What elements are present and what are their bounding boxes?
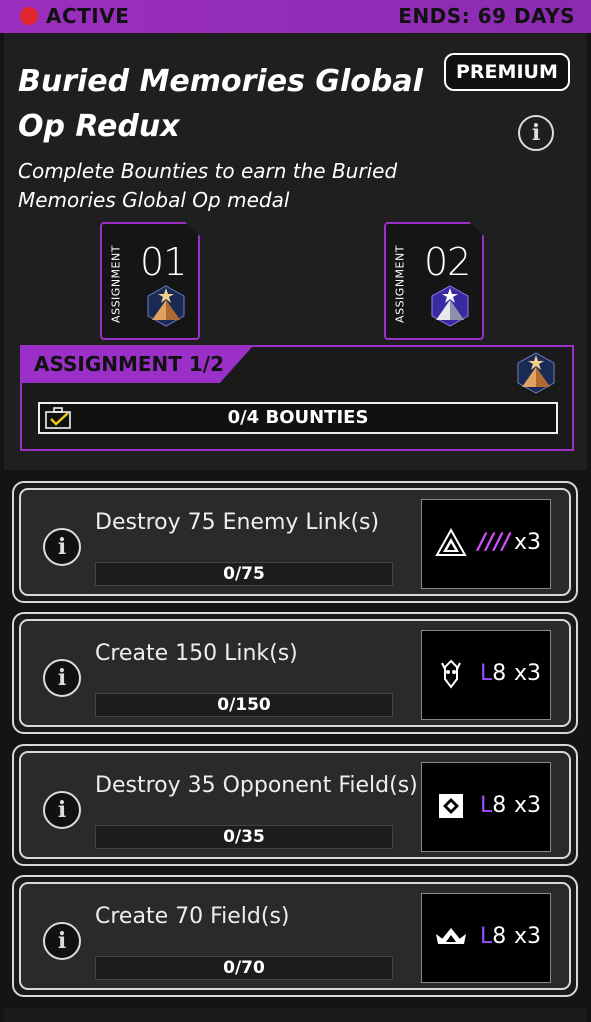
info-icon[interactable]: i [518, 115, 554, 151]
reward-box: L8 x3 [421, 893, 551, 983]
status-bar: ACTIVE ENDS: 69 DAYS [0, 0, 591, 33]
assignment-number: 02 [424, 240, 471, 284]
page-title: Buried Memories Global Op Redux [18, 64, 423, 144]
bounty-progress-bar: 0/150 [95, 693, 393, 717]
pyramid-medal-icon [147, 285, 185, 327]
bounty-title: Destroy 75 Enemy Link(s) [95, 510, 380, 535]
bounty-card[interactable]: i Create 70 Field(s) 0/70 L8 x3 [12, 875, 578, 997]
reward-level: L8 [480, 793, 507, 818]
bounty-card[interactable]: i Destroy 35 Opponent Field(s) 0/35 L8 x… [12, 744, 578, 866]
reward-level: L8 [480, 924, 507, 949]
reward-quantity: x3 [514, 661, 542, 686]
bounty-progress-label: 0/70 [223, 958, 265, 978]
premium-badge: PREMIUM [444, 53, 570, 91]
bounty-title: Create 70 Field(s) [95, 904, 290, 929]
wing-badge-icon [436, 928, 466, 944]
bounty-progress-label: 0/150 [217, 695, 271, 715]
assignment-number: 01 [140, 240, 187, 284]
reward-quantity: x3 [514, 924, 542, 949]
bounties-progress-label: 0/4 BOUNTIES [227, 407, 369, 428]
reward-box: //// x3 [421, 499, 551, 589]
bounty-progress-label: 0/75 [223, 564, 265, 584]
ends-countdown: ENDS: 69 DAYS [398, 4, 575, 28]
assignment-label: ASSIGNMENT [393, 245, 407, 323]
info-icon[interactable]: i [43, 922, 81, 960]
op-description: Complete Bounties to earn the Buried Mem… [18, 159, 398, 212]
reward-box: L8 x3 [421, 630, 551, 720]
bounty-progress-label: 0/35 [223, 827, 265, 847]
bounty-card[interactable]: i Destroy 75 Enemy Link(s) 0/75 //// x3 [12, 481, 578, 603]
bounty-progress-bar: 0/35 [95, 825, 393, 849]
status-label: ACTIVE [46, 4, 130, 28]
reward-level: L8 [480, 661, 507, 686]
pyramid-medal-icon [517, 352, 555, 394]
bounty-title: Create 150 Link(s) [95, 641, 298, 666]
active-status-icon [20, 7, 38, 25]
assignment-label: ASSIGNMENT [109, 245, 123, 323]
bottom-edge [4, 1008, 587, 1022]
bounty-card[interactable]: i Create 150 Link(s) 0/150 L8 x3 [12, 612, 578, 734]
diamond-badge-icon [439, 794, 463, 818]
bot-icon [441, 659, 461, 689]
assignment-panel: ASSIGNMENT 1/2 0/4 BOUNTIES [20, 345, 574, 451]
assignment-tab-label: ASSIGNMENT 1/2 [34, 352, 225, 376]
bounty-progress-bar: 0/75 [95, 562, 393, 586]
bounty-progress-bar: 0/70 [95, 956, 393, 980]
bounties-progress: 0/4 BOUNTIES [38, 402, 558, 434]
assignment-card-1[interactable]: ASSIGNMENT 01 [100, 222, 200, 340]
bounty-title: Destroy 35 Opponent Field(s) [95, 773, 418, 798]
info-icon[interactable]: i [43, 659, 81, 697]
reward-level: //// [478, 530, 511, 555]
op-header: Buried Memories Global Op Redux PREMIUM … [4, 33, 587, 470]
reward-quantity: x3 [514, 530, 542, 555]
reward-box: L8 x3 [421, 762, 551, 852]
pyramid-medal-icon [431, 285, 469, 327]
assignment-tab: ASSIGNMENT 1/2 [22, 347, 252, 383]
info-icon[interactable]: i [43, 528, 81, 566]
triangle-badge-icon [435, 527, 467, 556]
info-icon[interactable]: i [43, 791, 81, 829]
reward-quantity: x3 [514, 793, 542, 818]
assignment-card-2[interactable]: ASSIGNMENT 02 [384, 222, 484, 340]
